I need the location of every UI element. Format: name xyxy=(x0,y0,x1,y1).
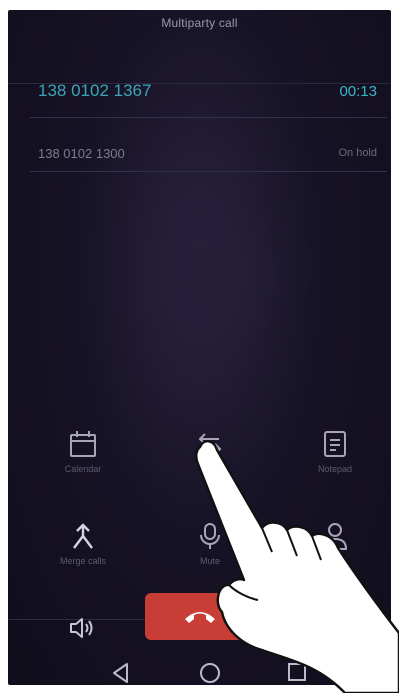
nav-recent-icon[interactable] xyxy=(287,662,307,682)
active-call-timer: 00:13 xyxy=(339,82,377,100)
background-glow xyxy=(128,200,288,360)
calendar-button[interactable]: Calendar xyxy=(28,430,138,474)
swap-calls-button[interactable] xyxy=(155,430,265,464)
notepad-icon xyxy=(324,431,346,457)
notepad-label: Notepad xyxy=(317,464,353,474)
end-call-button[interactable] xyxy=(145,593,255,640)
mute-button[interactable]: Mute xyxy=(155,522,265,566)
call-row-hold[interactable]: 138 0102 1300 On hold xyxy=(38,140,377,166)
merge-calls-icon xyxy=(73,523,93,549)
held-call-status: On hold xyxy=(338,147,377,159)
mute-label: Mute xyxy=(199,556,220,566)
calendar-label: Calendar xyxy=(64,464,102,474)
active-call-number: 138 0102 1367 xyxy=(38,81,152,100)
merge-calls-label: Merge calls xyxy=(59,556,106,566)
speaker-icon xyxy=(70,618,93,638)
held-call-number: 138 0102 1300 xyxy=(38,145,125,161)
microphone-icon xyxy=(200,523,220,549)
speaker-button[interactable] xyxy=(68,616,96,645)
call-row-active[interactable]: 138 0102 1367 00:13 xyxy=(38,78,377,104)
notepad-button[interactable]: Notepad xyxy=(280,430,390,474)
swap-calls-icon xyxy=(198,433,222,455)
call-divider xyxy=(30,117,387,118)
end-call-icon xyxy=(185,612,215,623)
page-title: Multiparty call xyxy=(161,16,238,30)
multiparty-call-screen: Multiparty call 138 0102 1367 00:13 138 … xyxy=(8,10,391,685)
nav-home-icon[interactable] xyxy=(199,662,221,684)
nav-back-icon[interactable] xyxy=(111,662,131,684)
contact-icon xyxy=(322,523,348,550)
contacts-button[interactable] xyxy=(280,522,390,556)
merge-calls-button[interactable]: Merge calls xyxy=(28,522,138,566)
calendar-icon xyxy=(70,431,96,457)
call-divider xyxy=(30,171,387,172)
